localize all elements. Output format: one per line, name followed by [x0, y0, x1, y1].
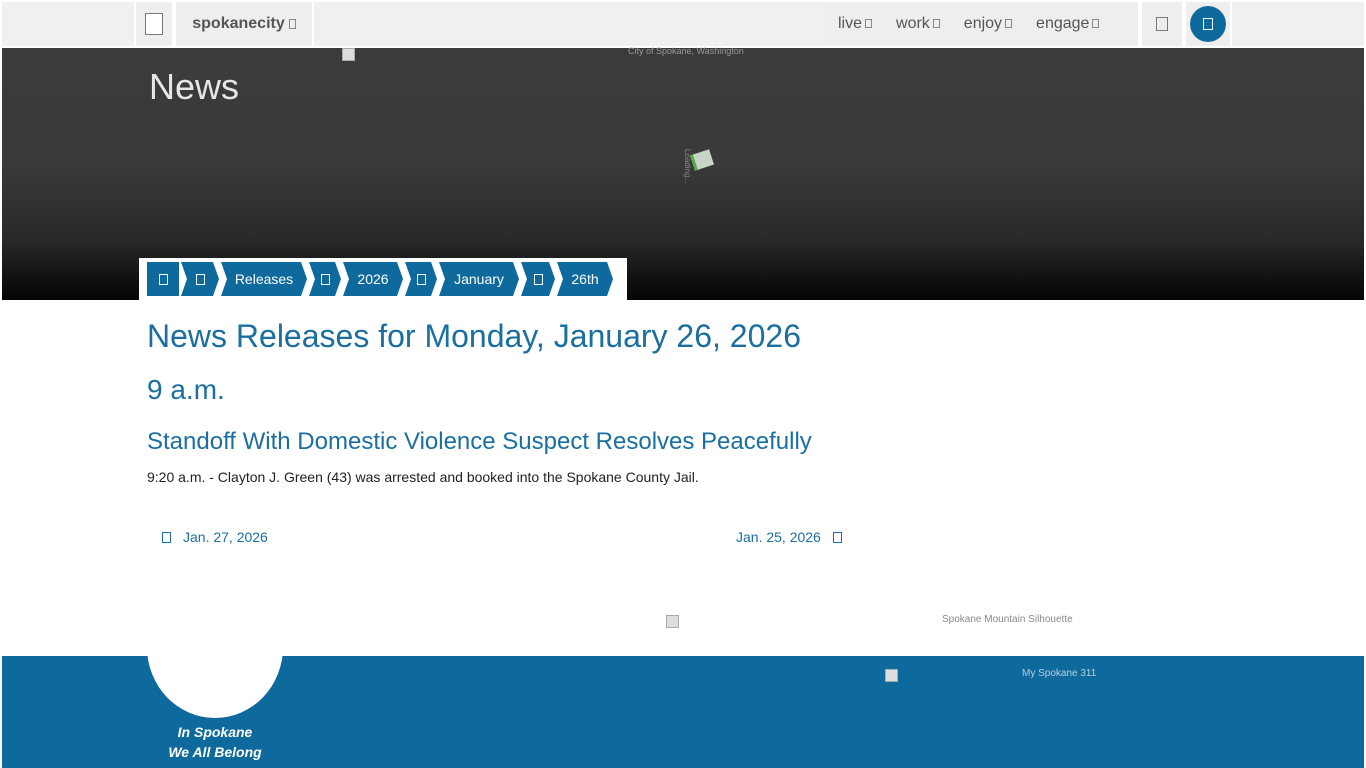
- footer-tagline: In Spokane We All Belong: [147, 722, 283, 762]
- top-nav: spokanecity live work enjoy engage: [2, 2, 1364, 46]
- next-day-link[interactable]: Jan. 25, 2026: [736, 529, 842, 545]
- time-heading: 9 a.m.: [147, 374, 225, 405]
- breadcrumb-day[interactable]: 26th: [557, 262, 613, 296]
- search-button[interactable]: [1140, 2, 1184, 46]
- home-icon: [158, 273, 168, 285]
- flag-icon: [690, 149, 714, 171]
- next-day-label: Jan. 25, 2026: [736, 529, 821, 545]
- nav-item-engage[interactable]: engage: [1022, 15, 1109, 33]
- chevron-left-icon: [162, 531, 171, 543]
- chevron-down-icon: [288, 19, 296, 29]
- breadcrumb-separator: [309, 262, 341, 296]
- nav-item-label: engage: [1036, 15, 1090, 32]
- tagline-line: In Spokane: [177, 724, 253, 740]
- menu-icon: [145, 13, 163, 35]
- broken-image-icon: [666, 615, 679, 628]
- broken-image-icon: [885, 669, 898, 682]
- page: spokanecity live work enjoy engage News …: [0, 0, 1366, 768]
- breadcrumb-label: Releases: [234, 271, 294, 287]
- account-icon: [1190, 6, 1226, 42]
- brand-menu-button[interactable]: spokanecity: [174, 2, 314, 46]
- chevron-down-icon: [1005, 19, 1013, 28]
- silhouette-image: [666, 615, 679, 628]
- nav-item-label: live: [838, 15, 863, 32]
- breadcrumb-releases[interactable]: Releases: [221, 262, 307, 296]
- breadcrumb-news[interactable]: [181, 262, 219, 296]
- breadcrumb-home[interactable]: [147, 262, 179, 296]
- previous-day-link[interactable]: Jan. 27, 2026: [162, 529, 268, 545]
- breadcrumb-label: 2026: [357, 271, 389, 287]
- nav-item-label: enjoy: [963, 15, 1003, 32]
- search-icon: [1156, 17, 1168, 31]
- breadcrumb-label: January: [454, 271, 504, 287]
- tagline-line: We All Belong: [168, 744, 262, 760]
- nav-item-live[interactable]: live: [824, 15, 882, 33]
- chevron-right-icon: [417, 274, 426, 285]
- hero-image-alt: City of Spokane, Washington: [628, 46, 744, 56]
- breadcrumb-separator: [521, 262, 555, 296]
- news-icon: [196, 274, 205, 285]
- breadcrumb-label: 26th: [571, 271, 599, 287]
- account-button[interactable]: [1184, 2, 1232, 46]
- article-title-link[interactable]: Standoff With Domestic Violence Suspect …: [147, 428, 812, 456]
- chevron-down-icon: [1092, 19, 1100, 28]
- chevron-right-icon: [832, 531, 842, 543]
- nav-item-label: work: [896, 15, 930, 32]
- flag-alt-text: Loading...: [683, 148, 693, 185]
- hero-image: [342, 48, 358, 62]
- nav-item-enjoy[interactable]: enjoy: [950, 15, 1022, 33]
- chevron-down-icon: [932, 19, 940, 28]
- silhouette-alt: Spokane Mountain Silhouette: [942, 614, 1073, 625]
- brand-label: spokanecity: [192, 15, 285, 32]
- footer-logo-circle: [147, 656, 283, 718]
- previous-day-label: Jan. 27, 2026: [183, 529, 268, 545]
- footer: In Spokane We All Belong My Spokane 311: [2, 656, 1364, 768]
- my-spokane-311-link[interactable]: [885, 669, 898, 682]
- breadcrumb: Releases 2026 January 26th: [139, 258, 627, 300]
- user-icon: [1203, 18, 1213, 30]
- main-menu: live work enjoy engage: [824, 2, 1140, 46]
- chevron-right-icon: [534, 274, 543, 285]
- article-summary: 9:20 a.m. - Clayton J. Green (43) was ar…: [147, 469, 699, 485]
- breadcrumb-separator: [405, 262, 437, 296]
- my-spokane-311-alt: My Spokane 311: [1022, 668, 1097, 679]
- breadcrumb-month[interactable]: January: [439, 262, 519, 296]
- chevron-down-icon: [865, 19, 873, 28]
- releases-heading: News Releases for Monday, January 26, 20…: [147, 318, 801, 354]
- broken-image-icon: [342, 48, 355, 61]
- page-title: News: [149, 66, 240, 107]
- menu-button[interactable]: [134, 2, 174, 46]
- nav-item-work[interactable]: work: [882, 15, 950, 33]
- chevron-right-icon: [321, 274, 330, 285]
- breadcrumb-year[interactable]: 2026: [343, 262, 403, 296]
